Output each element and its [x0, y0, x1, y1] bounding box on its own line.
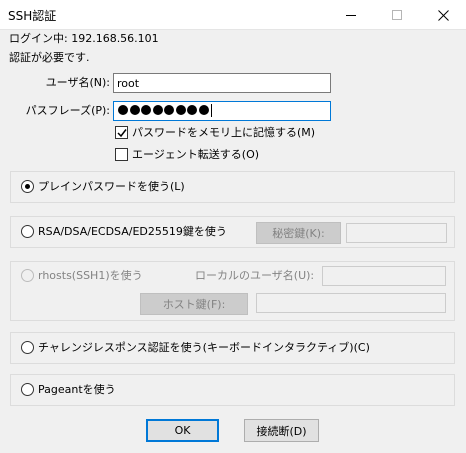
minimize-button[interactable] [328, 0, 374, 30]
challenge-response-radio[interactable] [21, 341, 34, 354]
private-key-path-input[interactable] [346, 223, 447, 243]
close-button[interactable] [420, 0, 466, 30]
rsa-key-label: RSA/DSA/ECDSA/ED25519鍵を使う [38, 225, 227, 238]
auth-required-text: 認証が必要です. [9, 51, 90, 64]
rhosts-radio[interactable] [21, 269, 34, 282]
remember-password-checkbox[interactable] [115, 126, 128, 139]
title-bar: SSH認証 [0, 0, 466, 30]
password-mask-dot [187, 105, 197, 115]
ok-button[interactable]: OK [146, 419, 219, 442]
agent-forward-checkbox[interactable] [115, 148, 128, 161]
close-icon [437, 9, 449, 21]
pageant-radio[interactable] [21, 383, 34, 396]
password-mask-dot [164, 105, 174, 115]
username-label: ユーザ名(N): [45, 76, 110, 89]
password-mask-dot [198, 105, 209, 115]
minimize-icon [345, 14, 356, 16]
text-caret [211, 103, 212, 117]
rhosts-label: rhosts(SSH1)を使う [38, 269, 143, 282]
private-key-button[interactable]: 秘密鍵(K): [256, 222, 341, 244]
password-mask-dot [175, 105, 186, 115]
plain-password-label: プレインパスワードを使う(L) [38, 180, 185, 193]
password-mask-dot [118, 105, 128, 115]
rsa-key-radio[interactable] [21, 225, 34, 238]
maximize-button[interactable] [374, 0, 420, 30]
username-input[interactable] [113, 73, 331, 93]
checkmark-icon [117, 129, 127, 138]
challenge-response-label: チャレンジレスポンス認証を使う(キーボードインタラクティブ)(C) [38, 341, 370, 354]
local-user-input[interactable] [322, 266, 446, 286]
remember-password-label: パスワードをメモリ上に記憶する(M) [132, 126, 316, 139]
local-user-label: ローカルのユーザ名(U): [195, 269, 315, 282]
disconnect-button[interactable]: 接続断(D) [244, 419, 319, 442]
pageant-label: Pageantを使う [38, 383, 116, 396]
maximize-icon [391, 9, 402, 20]
host-key-button[interactable]: ホスト鍵(F): [140, 293, 248, 315]
password-mask-dot [141, 105, 151, 115]
plain-password-radio[interactable] [21, 180, 34, 193]
passphrase-label: パスフレーズ(P): [25, 104, 110, 117]
login-status: ログイン中: 192.168.56.101 [9, 32, 159, 45]
password-mask-dot [129, 105, 140, 115]
password-mask-dot [152, 105, 163, 115]
passphrase-mask [118, 102, 212, 118]
agent-forward-label: エージェント転送する(O) [132, 148, 260, 161]
host-key-path-input[interactable] [256, 293, 446, 313]
window-title: SSH認証 [8, 9, 57, 23]
